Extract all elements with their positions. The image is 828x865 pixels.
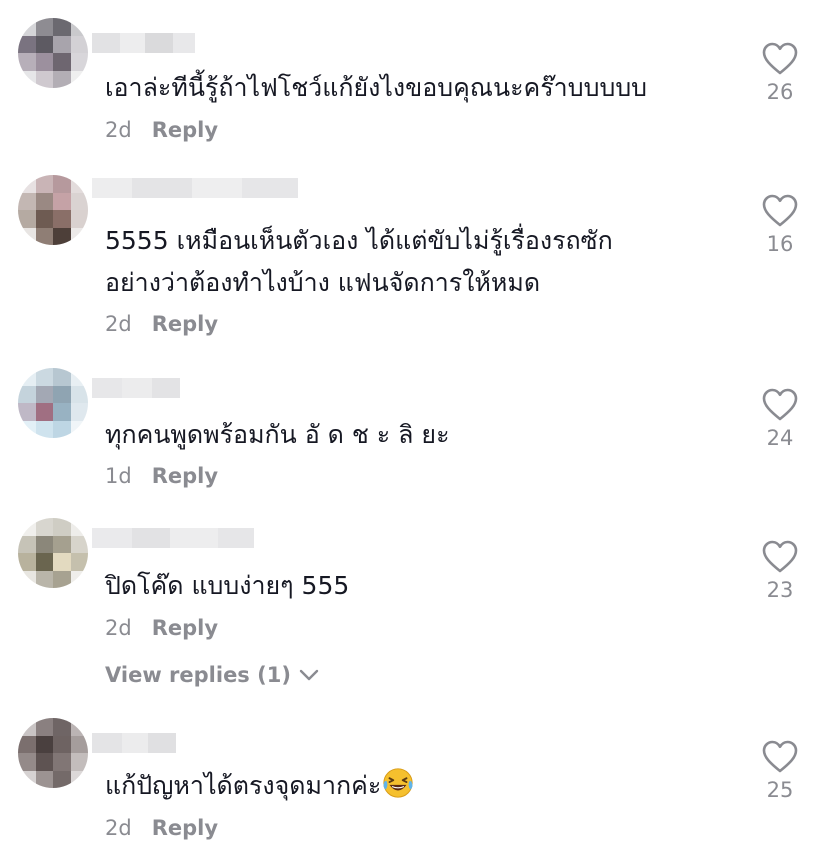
like-count: 25 — [766, 778, 794, 802]
comment-text: 5555 เหมือนเห็นตัวเอง ได้แต่ขับไม่รู้เรื… — [105, 226, 613, 297]
avatar[interactable] — [18, 18, 88, 88]
reply-button[interactable]: Reply — [152, 312, 218, 336]
reply-button[interactable]: Reply — [152, 816, 218, 840]
comment-time: 2d — [105, 616, 132, 640]
comment-time: 2d — [105, 312, 132, 336]
chevron-down-icon — [299, 669, 319, 681]
heart-icon — [762, 740, 798, 773]
comment-meta: 2d Reply — [105, 118, 218, 142]
like-count: 24 — [766, 426, 794, 450]
comment-time: 2d — [105, 118, 132, 142]
like-button[interactable]: 25 — [755, 740, 805, 802]
like-count: 26 — [766, 80, 794, 104]
avatar[interactable] — [18, 518, 88, 588]
comment-text: แก้ปัญหาได้ตรงจุดมากค่ะ — [105, 765, 705, 807]
like-button[interactable]: 23 — [755, 540, 805, 602]
comment-meta: 2d Reply — [105, 816, 218, 840]
comment-meta: 2d Reply — [105, 616, 218, 640]
comment-text: ทุกคนพูดพร้อมกัน อั ด ช ะ ลิ ยะ — [105, 420, 450, 449]
heart-icon — [762, 540, 798, 573]
comment-text: ปิดโค๊ด แบบง่ายๆ 555 — [105, 571, 350, 600]
reply-button[interactable]: Reply — [152, 118, 218, 142]
like-count: 16 — [766, 232, 794, 256]
username-blurred[interactable] — [92, 733, 176, 753]
comment-time: 1d — [105, 464, 132, 488]
username-blurred[interactable] — [92, 178, 298, 198]
avatar[interactable] — [18, 368, 88, 438]
comment-time: 2d — [105, 816, 132, 840]
avatar[interactable] — [18, 175, 88, 245]
reply-button[interactable]: Reply — [152, 616, 218, 640]
comment-text-content: แก้ปัญหาได้ตรงจุดมากค่ะ — [105, 771, 382, 800]
comment-meta: 1d Reply — [105, 464, 218, 488]
view-replies-button[interactable]: View replies (1) — [105, 663, 319, 687]
like-button[interactable]: 26 — [755, 42, 805, 104]
heart-icon — [762, 42, 798, 75]
like-button[interactable]: 16 — [755, 194, 805, 256]
grinning-squinting-tears-emoji-icon — [383, 768, 413, 798]
reply-button[interactable]: Reply — [152, 464, 218, 488]
heart-icon — [762, 388, 798, 421]
like-button[interactable]: 24 — [755, 388, 805, 450]
comment-text: เอาล่ะทีนี้รู้ถ้าไฟโชว์แก้ยังไงขอบคุณนะค… — [105, 73, 648, 102]
username-blurred[interactable] — [92, 528, 254, 548]
comment-meta: 2d Reply — [105, 312, 218, 336]
avatar[interactable] — [18, 718, 88, 788]
like-count: 23 — [766, 578, 794, 602]
username-blurred[interactable] — [92, 378, 180, 398]
view-replies-label: View replies (1) — [105, 663, 291, 687]
username-blurred[interactable] — [92, 33, 195, 53]
heart-icon — [762, 194, 798, 227]
